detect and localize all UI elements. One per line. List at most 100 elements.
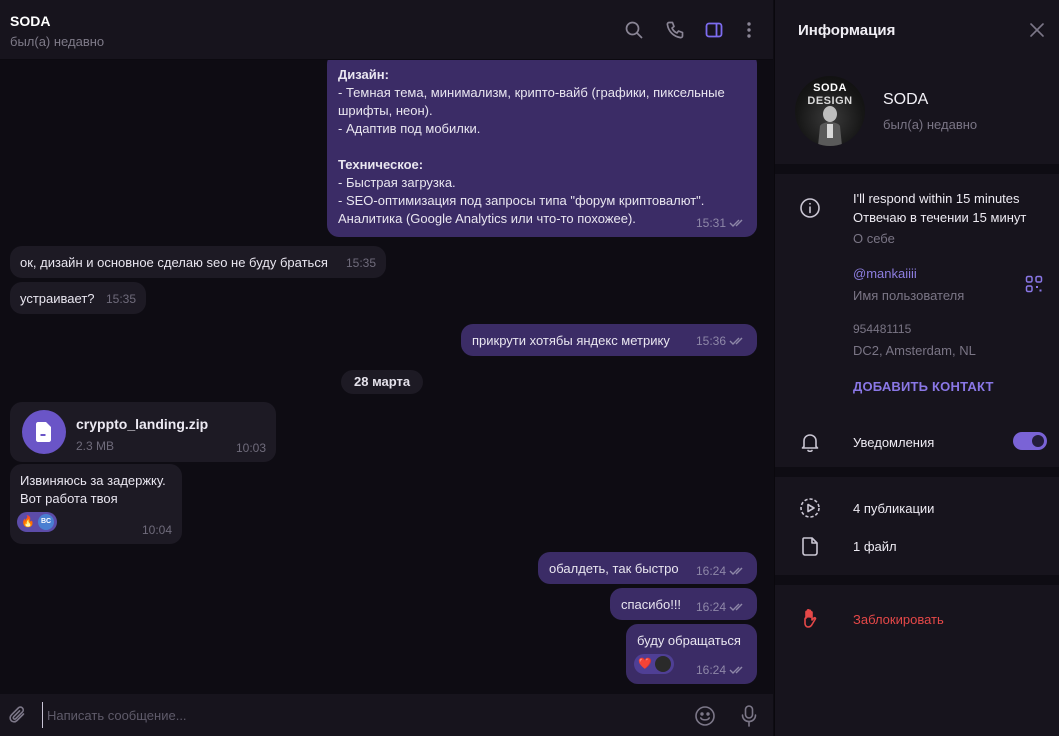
message-outgoing[interactable]: прикрути хотябы яндекс метрику 15:36 — [461, 324, 757, 356]
reactor-avatar — [655, 656, 671, 672]
avatar[interactable]: SODA DESIGN — [795, 76, 865, 146]
message-heading: Техническое: — [338, 157, 424, 172]
message-meta: 15:35 — [106, 290, 136, 308]
files-item[interactable]: 1 файл — [853, 539, 897, 554]
message-meta: 10:04 — [142, 521, 172, 539]
section-divider — [775, 164, 1059, 174]
phone-icon[interactable] — [665, 20, 685, 40]
message-time: 16:24 — [695, 663, 726, 677]
info-icon — [799, 197, 821, 219]
add-contact-button[interactable]: ДОБАВИТЬ КОНТАКТ — [853, 379, 994, 394]
phone-number[interactable]: 954481115 — [853, 322, 911, 336]
message-time: 15:35 — [345, 256, 376, 270]
message-meta: 15:36 — [696, 332, 747, 350]
more-vertical-icon[interactable] — [739, 20, 759, 40]
message-list[interactable]: Дизайн: - Темная тема, минимализм, крипт… — [0, 60, 773, 694]
info-panel-title: Информация — [798, 22, 896, 39]
message-time: 15:36 — [695, 334, 726, 348]
message-outgoing[interactable]: буду обращаться ❤️ 16:24 — [626, 624, 757, 684]
message-meta: 16:24 — [696, 598, 747, 616]
message-text: буду обращаться — [637, 633, 741, 648]
profile-name: SODA — [883, 91, 929, 108]
chat-header: SODA был(а) недавно — [0, 0, 773, 60]
bio-text: I'll respond within 15 minutes — [853, 191, 1020, 206]
reaction-pill[interactable]: ❤️ — [634, 654, 674, 674]
reaction-pill[interactable]: 🔥 BC — [17, 512, 57, 532]
message-outgoing[interactable]: обалдеть, так быстро 16:24 — [538, 552, 757, 584]
hand-block-icon — [799, 607, 821, 629]
message-text: спасибо!!! — [621, 597, 682, 612]
message-text: - Быстрая загрузка. — [338, 175, 456, 190]
message-meta: 16:24 — [696, 661, 747, 679]
microphone-icon[interactable] — [738, 704, 760, 728]
avatar-logo-line: SODA — [813, 82, 847, 94]
emoji-icon[interactable] — [694, 705, 716, 727]
message-outgoing[interactable]: спасибо!!! 16:24 — [610, 588, 757, 620]
message-time: 16:24 — [695, 564, 726, 578]
avatar-figure-icon — [818, 106, 842, 146]
profile-status: был(а) недавно — [883, 117, 978, 132]
file-message[interactable]: cryppto_landing.zip 2.3 MB 10:03 — [10, 402, 276, 462]
message-time: 16:24 — [695, 600, 726, 614]
username-link[interactable]: @mankaiiii — [853, 266, 917, 281]
chat-title[interactable]: SODA — [10, 13, 50, 29]
message-text: прикрути хотябы яндекс метрику — [472, 333, 670, 348]
fire-reaction-icon: 🔥 — [21, 516, 35, 528]
message-incoming[interactable]: Извиняюсь за задержку. Вот работа твоя 🔥… — [10, 464, 182, 544]
qr-code-icon[interactable] — [1025, 275, 1043, 293]
file-icon — [799, 535, 821, 557]
bio-text: Отвечаю в течении 15 минут — [853, 210, 1027, 225]
message-composer — [0, 694, 773, 736]
notifications-label: Уведомления — [853, 435, 935, 450]
message-text: Извиняюсь за задержку. — [20, 473, 166, 488]
message-text: устраивает? — [20, 291, 95, 306]
message-heading: Дизайн: — [338, 67, 389, 82]
sidebar-toggle-icon[interactable] — [704, 20, 724, 40]
chat-status: был(а) недавно — [10, 34, 105, 49]
toggle-knob — [1032, 435, 1044, 447]
message-time: 10:03 — [235, 441, 266, 455]
message-incoming[interactable]: ок, дизайн и основное сделаю seo не буду… — [10, 246, 386, 278]
file-name[interactable]: cryppto_landing.zip — [76, 415, 208, 433]
read-ticks-icon — [729, 219, 743, 227]
message-meta: 15:31 — [696, 214, 747, 232]
message-time: 10:04 — [141, 523, 172, 537]
section-divider — [775, 575, 1059, 585]
message-text: обалдеть, так быстро — [549, 561, 679, 576]
close-icon[interactable] — [1029, 22, 1045, 38]
datacenter-location: DC2, Amsterdam, NL — [853, 343, 976, 358]
message-incoming[interactable]: устраивает? 15:35 — [10, 282, 146, 314]
message-meta: 16:24 — [696, 562, 747, 580]
message-text: - Темная тема, минимализм, крипто-вайб (… — [338, 85, 725, 118]
file-size: 2.3 MB — [76, 439, 115, 453]
notifications-toggle[interactable] — [1013, 432, 1047, 450]
read-ticks-icon — [729, 666, 743, 674]
read-ticks-icon — [729, 567, 743, 575]
heart-reaction-icon: ❤️ — [638, 658, 652, 670]
document-icon[interactable] — [22, 410, 66, 454]
message-time: 15:31 — [695, 216, 726, 230]
bell-icon — [799, 431, 821, 453]
publications-icon — [799, 497, 821, 519]
message-meta: 10:03 — [236, 439, 266, 457]
message-time: 15:35 — [105, 292, 136, 306]
message-meta: 15:35 — [346, 254, 376, 272]
section-divider — [775, 467, 1059, 477]
date-divider: 28 марта — [341, 370, 424, 394]
publications-item[interactable]: 4 публикации — [853, 501, 934, 516]
info-panel: Информация SODA DESIGN SODA был(а) недав… — [774, 0, 1059, 736]
search-icon[interactable] — [624, 20, 644, 40]
message-text: ок, дизайн и основное сделаю seo не буду… — [20, 255, 328, 270]
read-ticks-icon — [729, 603, 743, 611]
bio-label: О себе — [853, 231, 895, 246]
message-outgoing[interactable]: Дизайн: - Темная тема, минимализм, крипт… — [327, 60, 757, 237]
message-input[interactable] — [42, 702, 662, 728]
block-user-button[interactable]: Заблокировать — [853, 612, 944, 627]
message-text: Вот работа твоя — [20, 491, 118, 506]
message-text: - Адаптив под мобилки. — [338, 121, 481, 136]
reactor-avatar: BC — [38, 514, 54, 530]
message-text: - SEO-оптимизация под запросы типа "фору… — [338, 193, 705, 226]
read-ticks-icon — [729, 337, 743, 345]
username-label: Имя пользователя — [853, 288, 965, 303]
attach-icon[interactable] — [8, 705, 28, 725]
